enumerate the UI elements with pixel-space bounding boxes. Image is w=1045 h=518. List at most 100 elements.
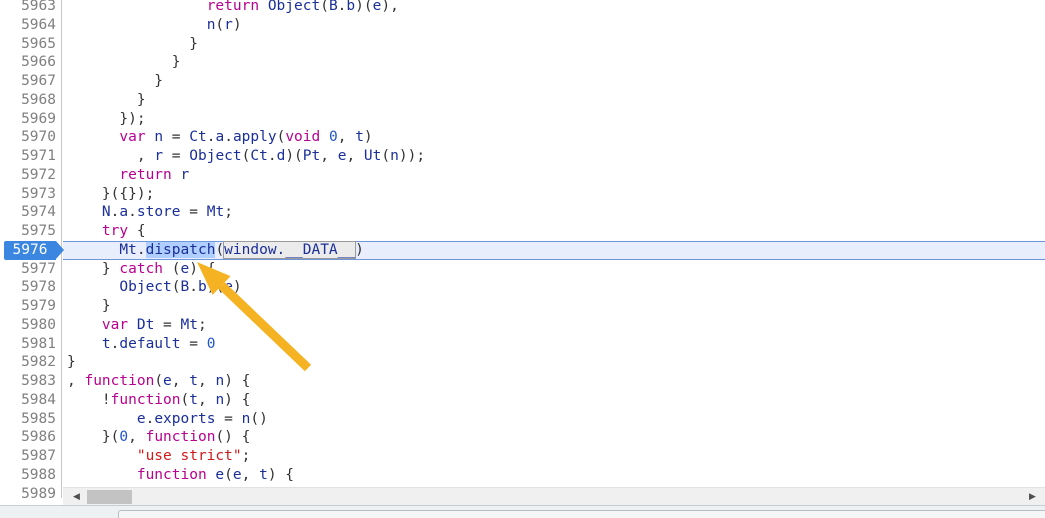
line-number[interactable]: 5969 <box>0 110 56 129</box>
code-line[interactable]: } <box>63 53 1045 72</box>
code-line[interactable]: , function(e, t, n) { <box>63 372 1045 391</box>
code-token: Pt <box>302 148 321 164</box>
line-number[interactable]: 5983 <box>0 372 56 391</box>
code-line[interactable]: , r = Object(Ct.d)(Pt, e, Ut(n)); <box>63 147 1045 166</box>
code-token: return <box>206 0 260 14</box>
line-number[interactable]: 5978 <box>0 278 56 297</box>
code-line[interactable]: } <box>63 35 1045 54</box>
code-line[interactable]: return Object(B.b)(e), <box>63 0 1045 16</box>
code-line[interactable]: e.exports = n() <box>63 410 1045 429</box>
code-token: e <box>224 279 233 296</box>
line-number[interactable]: 5987 <box>0 447 56 466</box>
code-token: ; <box>241 448 251 464</box>
code-token: Object <box>267 0 321 14</box>
code-token: { <box>136 223 146 239</box>
code-token: . <box>136 241 146 258</box>
line-number[interactable]: 5977 <box>0 260 56 279</box>
line-number[interactable]: 5967 <box>0 72 56 91</box>
code-line[interactable]: var n = Ct.a.apply(void 0, t) <box>63 128 1045 147</box>
code-token: t <box>259 466 268 483</box>
code-token: = <box>180 204 207 221</box>
code-line[interactable]: } <box>63 297 1045 316</box>
code-token: )( <box>355 0 373 14</box>
code-token: ( <box>215 16 225 33</box>
code-line[interactable]: }({}); <box>63 185 1045 204</box>
code-token: , <box>128 429 146 446</box>
current-line-number[interactable]: 5976 <box>4 240 56 260</box>
line-number[interactable]: 5965 <box>0 35 56 54</box>
code-token: t <box>189 391 198 408</box>
line-number[interactable]: 5973 <box>0 185 56 204</box>
code-line[interactable]: } <box>63 91 1045 110</box>
code-token: function <box>110 391 181 408</box>
line-number[interactable]: 5972 <box>0 166 56 185</box>
code-token: t <box>355 129 364 146</box>
code-line[interactable]: }); <box>63 110 1045 129</box>
code-line[interactable]: } <box>63 353 1045 372</box>
current-code-line[interactable]: Mt.dispatch(window.__DATA__) <box>63 240 1045 260</box>
code-token: () <box>250 410 268 427</box>
line-number[interactable]: 5971 <box>0 147 56 166</box>
current-line-pointer-icon <box>56 240 64 259</box>
code-line[interactable]: t.default = 0 <box>63 335 1045 354</box>
line-number[interactable]: 5989 <box>0 485 56 504</box>
code-token: } <box>67 35 198 52</box>
horizontal-scrollbar-thumb[interactable] <box>87 490 132 504</box>
code-line[interactable]: } catch (e) { <box>63 260 1045 279</box>
line-number[interactable]: 5982 <box>0 353 56 372</box>
code-line[interactable]: try { <box>63 222 1045 241</box>
code-line[interactable]: "use strict"; <box>63 447 1045 466</box>
code-content-area[interactable]: return Object(B.b)(e), n(r) } } } } }); … <box>63 0 1045 498</box>
line-number[interactable]: 5963 <box>0 0 56 16</box>
line-number[interactable]: 5981 <box>0 335 56 354</box>
horizontal-scrollbar[interactable]: ◀ ▶ <box>63 487 1045 505</box>
code-editor[interactable]: return Object(B.b)(e), n(r) } } } } }); … <box>0 0 1045 518</box>
code-token: "use strict" <box>136 448 242 464</box>
code-token: n <box>390 148 399 164</box>
code-line[interactable]: function e(e, t) { <box>63 466 1045 485</box>
line-number[interactable]: 5964 <box>0 16 56 35</box>
code-token: r <box>180 166 190 183</box>
code-token: Dt <box>136 316 155 333</box>
line-number[interactable]: 5974 <box>0 203 56 222</box>
line-number[interactable]: 5988 <box>0 466 56 485</box>
line-number[interactable]: 5984 <box>0 391 56 410</box>
line-number[interactable]: 5979 <box>0 297 56 316</box>
line-number[interactable]: 5970 <box>0 128 56 147</box>
code-line[interactable]: return r <box>63 166 1045 185</box>
code-token: t <box>101 335 111 352</box>
code-token: Mt <box>180 316 198 333</box>
scroll-left-arrow-icon[interactable]: ◀ <box>68 488 85 505</box>
code-token: ; <box>224 204 233 221</box>
code-token: n <box>215 391 225 408</box>
line-number[interactable]: 5975 <box>0 222 56 241</box>
line-number[interactable]: 5986 <box>0 428 56 447</box>
code-token: , <box>67 148 155 164</box>
code-token: catch <box>119 260 164 277</box>
code-line[interactable]: N.a.store = Mt; <box>63 203 1045 222</box>
line-number[interactable]: 5980 <box>0 316 56 335</box>
line-number[interactable]: 5968 <box>0 91 56 110</box>
code-token: Ct <box>189 129 207 146</box>
code-line[interactable]: } <box>63 72 1045 91</box>
line-number-gutter[interactable]: 5963 5964 5965 5966 5967 5968 5969 5970 5971 5972… <box>0 0 64 502</box>
line-number[interactable]: 5985 <box>0 410 56 429</box>
code-line[interactable]: Object(B.b)(e) <box>63 278 1045 297</box>
code-line[interactable]: n(r) <box>63 16 1045 35</box>
line-number[interactable]: 5966 <box>0 53 56 72</box>
code-line[interactable]: }(0, function() { <box>63 428 1045 447</box>
code-line[interactable]: !function(t, n) { <box>63 391 1045 410</box>
code-line[interactable]: var Dt = Mt; <box>63 316 1045 335</box>
scroll-right-arrow-icon[interactable]: ▶ <box>1024 488 1041 505</box>
code-token: } <box>67 298 111 314</box>
code-token: B <box>180 279 190 296</box>
code-token: return <box>119 166 172 183</box>
code-token: d <box>276 148 286 164</box>
